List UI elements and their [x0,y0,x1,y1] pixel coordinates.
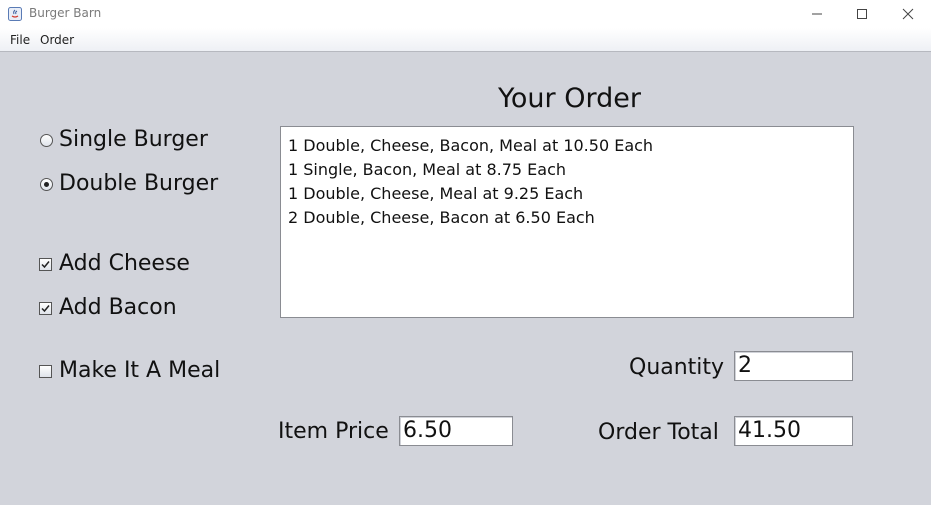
order-list-item[interactable]: 1 Double, Cheese, Meal at 9.25 Each [288,184,583,203]
menu-order[interactable]: Order [40,33,74,47]
maximize-button[interactable] [839,0,885,28]
window-title: Burger Barn [29,6,102,20]
close-icon [902,8,914,20]
add-bacon-label[interactable]: Add Bacon [59,295,177,320]
quantity-field[interactable]: 2 [734,351,853,381]
menu-bar: File Order [0,28,931,52]
order-total-label: Order Total [598,420,719,445]
single-burger-label[interactable]: Single Burger [59,127,208,152]
add-cheese-label[interactable]: Add Cheese [59,251,190,276]
java-app-icon [8,6,22,21]
double-burger-radio[interactable] [40,178,53,191]
double-burger-label[interactable]: Double Burger [59,171,218,196]
checkmark-icon [41,261,50,269]
add-bacon-checkbox[interactable] [39,302,52,315]
title-bar[interactable]: Burger Barn [0,0,931,28]
order-list-item[interactable]: 2 Double, Cheese, Bacon at 6.50 Each [288,208,595,227]
order-list-item[interactable]: 1 Double, Cheese, Bacon, Meal at 10.50 E… [288,136,653,155]
minimize-button[interactable] [794,0,840,28]
maximize-icon [857,9,867,19]
make-it-a-meal-checkbox[interactable] [39,365,52,378]
add-cheese-checkbox[interactable] [39,258,52,271]
make-it-a-meal-label[interactable]: Make It A Meal [59,358,220,383]
order-heading: Your Order [498,83,641,114]
order-total-field[interactable]: 41.50 [734,416,853,446]
app-window: Burger Barn File Order Single Burger Dou… [0,0,931,505]
order-list-item[interactable]: 1 Single, Bacon, Meal at 8.75 Each [288,160,566,179]
single-burger-radio[interactable] [40,134,53,147]
checkmark-icon [41,305,50,313]
minimize-icon [812,13,822,15]
order-list[interactable]: 1 Double, Cheese, Bacon, Meal at 10.50 E… [280,126,854,318]
item-price-label: Item Price [278,419,389,444]
close-button[interactable] [885,0,931,28]
quantity-label: Quantity [629,355,725,380]
menu-file[interactable]: File [10,33,30,47]
item-price-field[interactable]: 6.50 [399,416,513,446]
